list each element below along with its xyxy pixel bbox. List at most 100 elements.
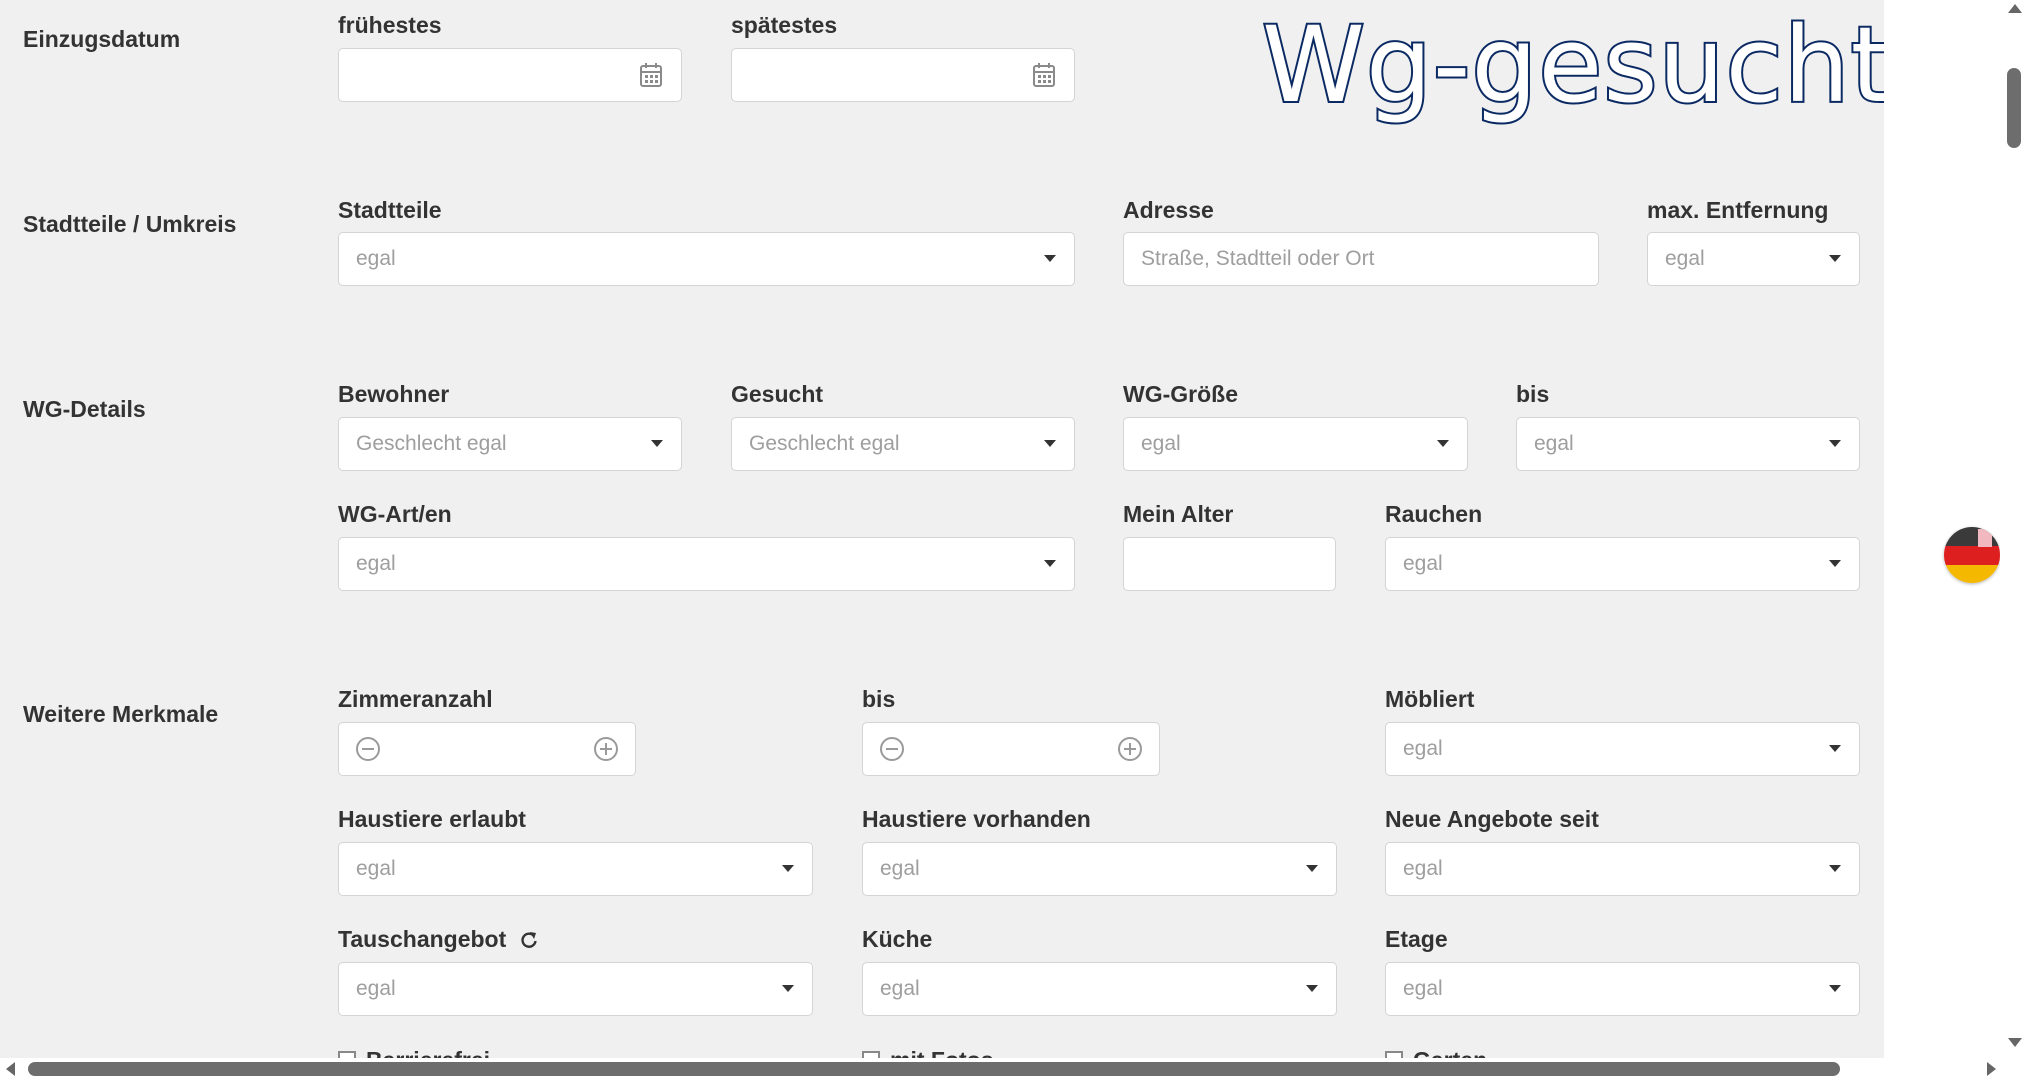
section-label-stadtteile-umkreis: Stadtteile / Umkreis	[23, 211, 237, 237]
select-gesucht[interactable]: Geschlecht egal	[731, 417, 1075, 471]
label-mein-alter: Mein Alter	[1123, 501, 1234, 527]
select-value: egal	[356, 977, 396, 1000]
checkbox-barrierefrei[interactable]: Barrierefrei	[338, 1047, 638, 1058]
horizontal-scroll-thumb[interactable]	[28, 1062, 1840, 1076]
chevron-down-icon	[651, 440, 663, 447]
section-label-einzugsdatum: Einzugsdatum	[23, 26, 181, 52]
stepper-zimmeranzahl[interactable]	[338, 722, 636, 776]
select-stadtteile[interactable]: egal	[338, 232, 1075, 286]
select-haustiere-erlaubt[interactable]: egal	[338, 842, 813, 896]
select-wg-groesse-bis[interactable]: egal	[1516, 417, 1860, 471]
label-tauschangebot: Tauschangebot	[338, 926, 537, 953]
select-wg-groesse[interactable]: egal	[1123, 417, 1468, 471]
select-value: egal	[880, 857, 920, 880]
minus-circle-icon[interactable]	[355, 736, 381, 762]
scroll-left-arrow-icon[interactable]	[6, 1062, 15, 1076]
label-stadtteile: Stadtteile	[338, 197, 442, 223]
checkbox-box[interactable]	[338, 1051, 356, 1058]
select-tauschangebot[interactable]: egal	[338, 962, 813, 1016]
select-value: egal	[1403, 857, 1443, 880]
chevron-down-icon	[782, 985, 794, 992]
input-placeholder: Straße, Stadtteil oder Ort	[1141, 247, 1375, 270]
select-etage[interactable]: egal	[1385, 962, 1860, 1016]
select-haustiere-vorhanden[interactable]: egal	[862, 842, 1337, 896]
select-value: egal	[356, 857, 396, 880]
label-gesucht: Gesucht	[731, 381, 824, 407]
flag-stripe-red	[1944, 546, 2000, 565]
chevron-down-icon	[1044, 255, 1056, 262]
select-max-entfernung[interactable]: egal	[1647, 232, 1860, 286]
label-wg-art: WG-Art/en	[338, 501, 452, 527]
checkbox-mit-fotos[interactable]: mit Fotos	[862, 1047, 1162, 1058]
select-wg-art[interactable]: egal	[338, 537, 1075, 591]
select-value: egal	[1403, 977, 1443, 1000]
chevron-down-icon	[1829, 865, 1841, 872]
select-moebliert[interactable]: egal	[1385, 722, 1860, 776]
select-value: Geschlecht egal	[749, 432, 900, 455]
stepper-zimmeranzahl-bis[interactable]	[862, 722, 1160, 776]
minus-circle-icon[interactable]	[879, 736, 905, 762]
label-bewohner: Bewohner	[338, 381, 450, 407]
flag-badge	[1978, 529, 1992, 547]
checkbox-label: Garten	[1413, 1047, 1487, 1058]
chevron-down-icon	[1437, 440, 1449, 447]
calendar-icon[interactable]	[639, 62, 663, 88]
select-kueche[interactable]: egal	[862, 962, 1337, 1016]
section-label-wg-details: WG-Details	[23, 396, 146, 422]
plus-circle-icon[interactable]	[1117, 736, 1143, 762]
date-input-fruehestes[interactable]	[338, 48, 682, 102]
vertical-scroll-thumb[interactable]	[2007, 68, 2021, 148]
select-value: Geschlecht egal	[356, 432, 507, 455]
checkbox-label: Barrierefrei	[366, 1047, 490, 1058]
section-label-weitere-merkmale: Weitere Merkmale	[23, 701, 219, 727]
scroll-right-arrow-icon[interactable]	[1987, 1062, 1996, 1076]
chevron-down-icon	[1044, 440, 1056, 447]
flag-stripe-gold	[1944, 565, 2000, 583]
label-zimmeranzahl: Zimmeranzahl	[338, 686, 493, 712]
select-value: egal	[1534, 432, 1574, 455]
select-value: egal	[1665, 247, 1705, 270]
label-wg-groesse-bis: bis	[1516, 381, 1550, 407]
checkbox-box[interactable]	[1385, 1051, 1403, 1058]
chevron-down-icon	[1829, 440, 1841, 447]
label-kueche: Küche	[862, 926, 933, 952]
checkbox-box[interactable]	[862, 1051, 880, 1058]
chevron-down-icon	[1044, 560, 1056, 567]
label-zimmeranzahl-bis: bis	[862, 686, 896, 712]
select-value: egal	[1403, 737, 1443, 760]
refresh-icon	[521, 932, 537, 948]
chevron-down-icon	[1306, 865, 1318, 872]
date-input-spaetestes[interactable]	[731, 48, 1075, 102]
flag-de-icon[interactable]	[1944, 527, 2000, 583]
search-filter-page: Einzugsdatum frühestes spätestes Wg-gesu…	[0, 0, 1884, 1058]
scroll-up-arrow-icon[interactable]	[2008, 4, 2022, 13]
label-spaetestes: spätestes	[731, 12, 838, 38]
scroll-down-arrow-icon[interactable]	[2008, 1038, 2022, 1047]
label-tauschangebot-text: Tauschangebot	[338, 926, 507, 952]
input-mein-alter[interactable]	[1123, 537, 1336, 591]
calendar-icon[interactable]	[1032, 62, 1056, 88]
chevron-down-icon	[1829, 985, 1841, 992]
select-neue-angebote-seit[interactable]: egal	[1385, 842, 1860, 896]
select-value: egal	[1403, 552, 1443, 575]
label-etage: Etage	[1385, 926, 1448, 952]
label-fruehestes: frühestes	[338, 12, 442, 38]
chevron-down-icon	[1306, 985, 1318, 992]
select-bewohner[interactable]: Geschlecht egal	[338, 417, 682, 471]
label-adresse: Adresse	[1123, 197, 1214, 223]
select-rauchen[interactable]: egal	[1385, 537, 1860, 591]
label-rauchen: Rauchen	[1385, 501, 1483, 527]
label-wg-groesse: WG-Größe	[1123, 381, 1238, 407]
input-adresse[interactable]: Straße, Stadtteil oder Ort	[1123, 232, 1599, 286]
checkbox-garten[interactable]: Garten	[1385, 1047, 1685, 1058]
label-haustiere-vorhanden: Haustiere vorhanden	[862, 806, 1091, 832]
checkbox-label: mit Fotos	[890, 1047, 994, 1058]
horizontal-scrollbar[interactable]	[0, 1058, 2028, 1080]
plus-circle-icon[interactable]	[593, 736, 619, 762]
brand-logo: Wg-gesucht	[1260, 2, 1884, 128]
vertical-scrollbar[interactable]	[2000, 0, 2028, 1058]
label-haustiere-erlaubt: Haustiere erlaubt	[338, 806, 526, 832]
select-value: egal	[356, 247, 396, 270]
chevron-down-icon	[1829, 560, 1841, 567]
label-moebliert: Möbliert	[1385, 686, 1475, 712]
